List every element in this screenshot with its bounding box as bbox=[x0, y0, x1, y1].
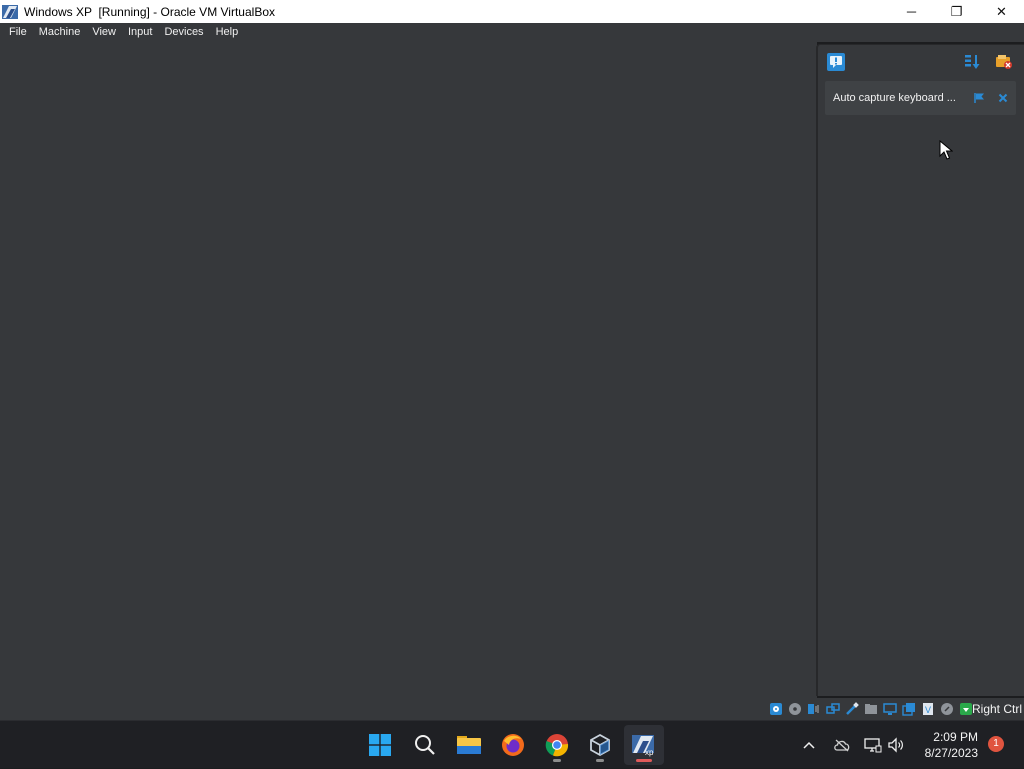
shared-folders-icon[interactable] bbox=[863, 701, 879, 717]
menu-devices[interactable]: Devices bbox=[157, 23, 208, 42]
notification-badge[interactable]: 1 bbox=[988, 736, 1004, 752]
vm-display[interactable] bbox=[0, 42, 817, 698]
recording-icon[interactable] bbox=[901, 701, 917, 717]
host-key-label[interactable]: Right Ctrl bbox=[972, 698, 1022, 720]
minimize-button[interactable]: ─ bbox=[889, 0, 934, 23]
menu-bar: File Machine View Input Devices Help bbox=[0, 23, 1024, 42]
display-icon[interactable] bbox=[882, 701, 898, 717]
audio-icon[interactable] bbox=[806, 701, 822, 717]
flag-icon[interactable] bbox=[971, 90, 987, 106]
window-title-bar[interactable]: Windows XP [Running] - Oracle VM Virtual… bbox=[0, 0, 1024, 23]
close-button[interactable]: ✕ bbox=[979, 0, 1024, 23]
mouse-cursor-icon bbox=[939, 140, 953, 160]
taskbar-firefox[interactable] bbox=[493, 725, 533, 765]
volume-icon[interactable] bbox=[885, 721, 907, 769]
onedrive-icon[interactable] bbox=[831, 721, 853, 769]
window-title: Windows XP [Running] - Oracle VM Virtual… bbox=[24, 4, 275, 19]
network-icon[interactable] bbox=[862, 721, 884, 769]
taskbar-search[interactable] bbox=[405, 725, 445, 765]
show-hidden-icons-icon[interactable] bbox=[800, 721, 818, 769]
notification-toolbar bbox=[818, 45, 1024, 79]
sort-icon[interactable] bbox=[962, 52, 982, 72]
taskbar: xp 2:09 PM 8/27/2023 bbox=[0, 720, 1024, 768]
maximize-button[interactable]: ❐ bbox=[934, 0, 979, 23]
vm-status-bar: V Right Ctrl bbox=[0, 698, 1024, 720]
notification-text: Auto capture keyboard ... bbox=[833, 92, 956, 104]
taskbar-windows-xp-vm[interactable]: xp bbox=[624, 725, 664, 765]
start-button[interactable] bbox=[360, 725, 400, 765]
notification-center-icon[interactable] bbox=[826, 52, 846, 72]
taskbar-file-explorer[interactable] bbox=[449, 725, 489, 765]
clock-date: 8/27/2023 bbox=[924, 746, 978, 760]
taskbar-chrome[interactable] bbox=[537, 725, 577, 765]
svg-text:V: V bbox=[925, 705, 931, 715]
virtualbox-icon bbox=[590, 733, 610, 757]
notification-center: Auto capture keyboard ... bbox=[816, 44, 1024, 696]
menu-help[interactable]: Help bbox=[209, 23, 244, 42]
clock[interactable]: 2:09 PM 8/27/2023 bbox=[925, 729, 978, 761]
windows-xp-vm-icon: xp bbox=[632, 735, 654, 757]
menu-input[interactable]: Input bbox=[121, 23, 157, 42]
optical-drive-icon[interactable] bbox=[787, 701, 803, 717]
running-indicator bbox=[596, 759, 604, 762]
active-indicator bbox=[636, 759, 652, 762]
mouse-integration-icon[interactable] bbox=[939, 701, 955, 717]
running-indicator bbox=[553, 759, 561, 762]
notification-item[interactable]: Auto capture keyboard ... bbox=[825, 81, 1016, 115]
hard-disk-icon[interactable] bbox=[768, 701, 784, 717]
menu-file[interactable]: File bbox=[0, 23, 32, 42]
vt-x-icon[interactable]: V bbox=[920, 701, 936, 717]
keep-finished-icon[interactable] bbox=[994, 52, 1014, 72]
menu-machine[interactable]: Machine bbox=[32, 23, 86, 42]
close-icon[interactable] bbox=[995, 90, 1011, 106]
start-icon bbox=[369, 734, 391, 756]
svg-text:xp: xp bbox=[645, 748, 654, 757]
virtualbox-xp-icon bbox=[2, 4, 18, 19]
usb-icon[interactable] bbox=[844, 701, 860, 717]
clock-time: 2:09 PM bbox=[933, 730, 978, 744]
chrome-icon bbox=[545, 734, 569, 757]
taskbar-virtualbox[interactable] bbox=[580, 725, 620, 765]
firefox-icon bbox=[502, 734, 524, 756]
network-icon[interactable] bbox=[825, 701, 841, 717]
menu-view[interactable]: View bbox=[85, 23, 121, 42]
search-icon bbox=[415, 735, 435, 755]
file-explorer-icon bbox=[457, 736, 481, 754]
